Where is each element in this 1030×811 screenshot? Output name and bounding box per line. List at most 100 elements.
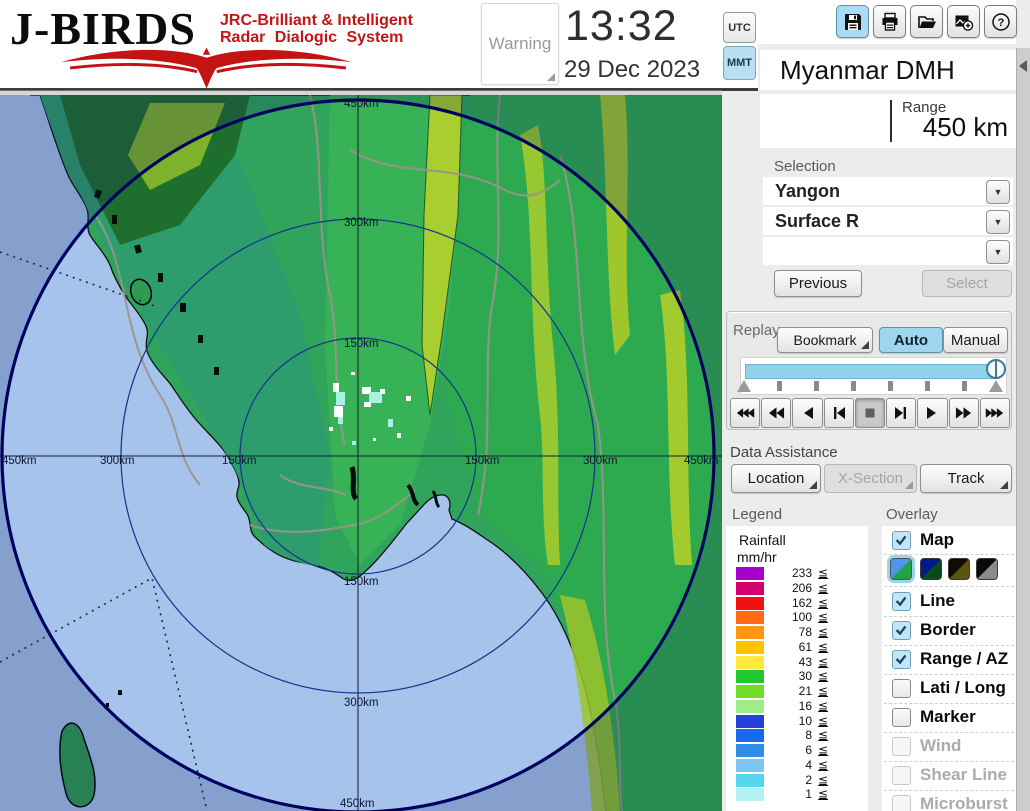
overlay-item-border[interactable]: Border (882, 617, 1016, 646)
utc-button[interactable]: UTC (723, 12, 756, 43)
legend-value: 6 (770, 744, 812, 757)
ring-label: 450km (684, 455, 719, 467)
corner-fold-icon (809, 481, 817, 489)
fast-forward-icon (955, 406, 972, 420)
replay-slider-thumb[interactable] (986, 359, 1006, 379)
checkbox-checked[interactable] (892, 621, 911, 640)
separator (884, 586, 1014, 587)
checkbox-checked[interactable] (892, 650, 911, 669)
dropdown-arrow-button[interactable]: ▼ (986, 210, 1010, 234)
legend-value: 233 (770, 567, 812, 580)
legend-panel: Rainfall mm/hr 233 ≦ 206 ≦ 162 ≦ 100 ≦ 7… (726, 526, 868, 811)
overlay-item-label: Microburst (920, 794, 1008, 811)
help-button[interactable]: ? (984, 5, 1017, 38)
step-back-button[interactable] (824, 398, 854, 428)
swatch-upper-triangle (949, 559, 969, 579)
previous-button[interactable]: Previous (774, 270, 862, 297)
step-forward-button[interactable] (886, 398, 916, 428)
overlay-item-label: Line (920, 591, 955, 611)
legend-swatch (736, 759, 764, 772)
fast-rewind-button[interactable] (730, 398, 760, 428)
dropdown-arrow-button[interactable]: ▼ (986, 240, 1010, 264)
legend-swatch (736, 611, 764, 624)
product-dropdown[interactable]: Surface R ▼ (763, 207, 1013, 235)
play-button[interactable] (917, 398, 947, 428)
rewind-button[interactable] (761, 398, 791, 428)
track-button[interactable]: Track (920, 464, 1012, 493)
ring-label: 300km (344, 217, 379, 229)
map-style-swatch-black-gray[interactable] (976, 558, 998, 580)
corner-fold-icon (905, 481, 913, 489)
capture-button[interactable] (947, 5, 980, 38)
print-button[interactable] (873, 5, 906, 38)
legend-operator: ≦ (818, 582, 828, 595)
warning-button[interactable]: Warning (481, 3, 559, 85)
open-file-button[interactable] (910, 5, 943, 38)
replay-slider[interactable] (740, 357, 1007, 395)
legend-value: 21 (770, 685, 812, 698)
check-icon (893, 622, 909, 638)
legend-title: Rainfall (739, 532, 786, 548)
check-icon (893, 532, 909, 548)
option-dropdown[interactable]: ▼ (763, 237, 1013, 265)
product-dropdown-value: Surface R (775, 207, 859, 235)
overlay-item-lati-long[interactable]: Lati / Long (882, 675, 1016, 704)
overlay-item-marker[interactable]: Marker (882, 704, 1016, 733)
panel-collapse-strip[interactable] (1016, 48, 1030, 811)
radar-map[interactable]: 450km 300km 150km 150km 300km 450km 450k… (0, 95, 722, 811)
fast-forward-button[interactable] (949, 398, 979, 428)
stop-button[interactable] (855, 398, 885, 428)
map-style-swatch-blue-green[interactable] (890, 558, 912, 580)
map-style-swatch-black-olive[interactable] (948, 558, 970, 580)
checkbox-checked[interactable] (892, 531, 911, 550)
checkbox-unchecked[interactable] (892, 708, 911, 727)
swatch-upper-triangle (977, 559, 997, 579)
reverse-play-button[interactable] (792, 398, 822, 428)
replay-slider-track[interactable] (745, 364, 999, 379)
auto-button[interactable]: Auto (879, 327, 943, 353)
legend-operator: ≦ (818, 611, 828, 624)
manual-button[interactable]: Manual (943, 327, 1008, 353)
eagle-logo-icon (8, 46, 408, 90)
overlay-item-label: Range / AZ (920, 649, 1008, 669)
x-section-button[interactable]: X-Section (824, 464, 917, 493)
location-button[interactable]: Location (731, 464, 821, 493)
legend-value: 206 (770, 582, 812, 595)
x-section-label: X-Section (838, 470, 903, 487)
legend-swatch (736, 641, 764, 654)
collapse-arrow-icon (1019, 60, 1027, 72)
legend-value: 43 (770, 656, 812, 669)
fastest-forward-button[interactable] (980, 398, 1010, 428)
checkbox-unchecked[interactable] (892, 679, 911, 698)
replay-panel: Replay Bookmark Auto Manual (726, 311, 1012, 430)
slider-start-marker (737, 380, 751, 392)
legend-value: 10 (770, 715, 812, 728)
ring-label: 450km (340, 798, 375, 810)
legend-value: 4 (770, 759, 812, 772)
overlay-item-map[interactable]: Map (882, 527, 1016, 556)
auto-label: Auto (894, 332, 928, 349)
station-dropdown[interactable]: Yangon ▼ (763, 177, 1013, 205)
location-label: Location (748, 470, 805, 487)
legend-swatch (736, 729, 764, 742)
help-icon: ? (991, 12, 1011, 32)
check-icon (893, 651, 909, 667)
mmt-button[interactable]: MMT (723, 46, 756, 80)
overlay-item-microburst: Microburst (882, 791, 1016, 811)
stop-icon (864, 407, 876, 419)
legend-swatch (736, 656, 764, 669)
overlay-item-line[interactable]: Line (882, 588, 1016, 617)
playback-controls (730, 398, 1010, 428)
checkbox-checked[interactable] (892, 592, 911, 611)
swatch-upper-triangle (891, 559, 911, 579)
dropdown-arrow-button[interactable]: ▼ (986, 180, 1010, 204)
clock-time: 13:32 (565, 2, 678, 51)
corner-fold-icon (1000, 481, 1008, 489)
bookmark-button[interactable]: Bookmark (777, 327, 873, 353)
select-button[interactable]: Select (922, 270, 1012, 297)
overlay-item-range-az[interactable]: Range / AZ (882, 646, 1016, 675)
save-button[interactable] (836, 5, 869, 38)
map-style-swatch-navy-darkgreen[interactable] (920, 558, 942, 580)
overlay-item-label: Shear Line (920, 765, 1007, 785)
legend-swatch (736, 582, 764, 595)
